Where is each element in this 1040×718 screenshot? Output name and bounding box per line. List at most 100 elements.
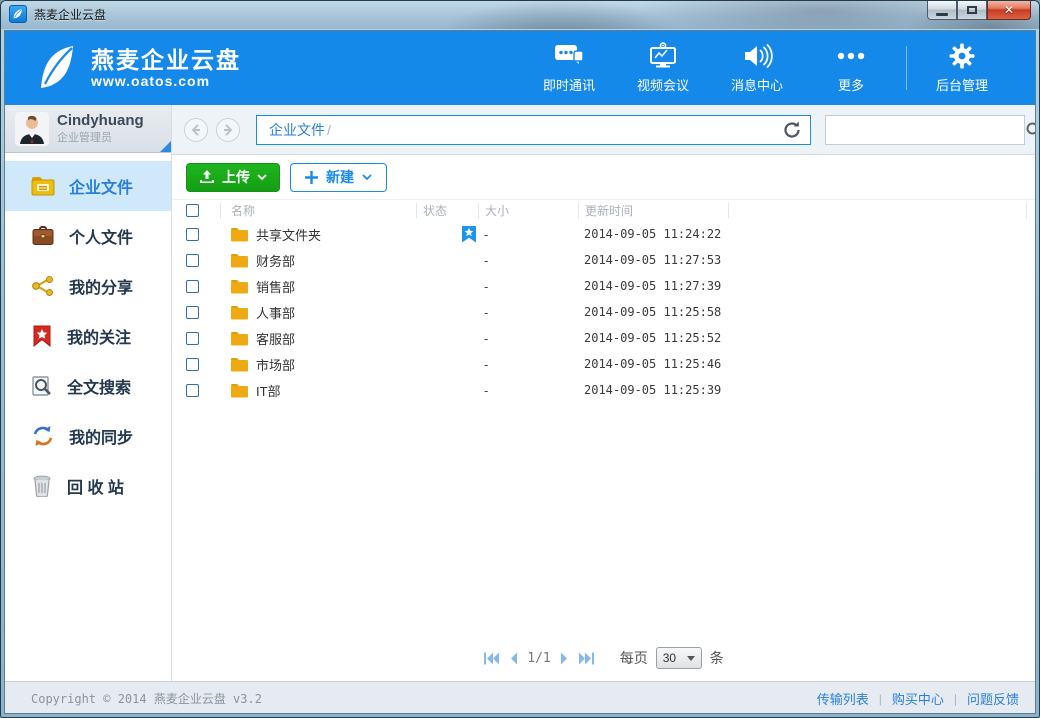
- caret-down-icon: [687, 656, 695, 661]
- nav-admin-console[interactable]: 后台管理: [915, 42, 1009, 94]
- per-page-select[interactable]: 30: [656, 647, 702, 669]
- row-checkbox[interactable]: [186, 306, 199, 319]
- refresh-icon[interactable]: [782, 120, 802, 140]
- search-input[interactable]: [826, 116, 1018, 144]
- more-dots-icon: [833, 42, 869, 70]
- column-status[interactable]: 状态: [416, 203, 478, 219]
- select-all-checkbox[interactable]: [186, 204, 199, 217]
- sidebar-item-personal-files[interactable]: 个人文件: [5, 211, 171, 261]
- table-row[interactable]: 人事部 - 2014-09-05 11:25:58: [172, 299, 1035, 325]
- last-page-icon[interactable]: [578, 652, 595, 665]
- sidebar-item-fulltext-search[interactable]: 全文搜索: [5, 361, 171, 411]
- column-filler: [728, 203, 1027, 219]
- row-checkbox[interactable]: [186, 228, 199, 241]
- pagination: 1/1 每页 30 条: [172, 647, 1035, 669]
- file-updated: 2014-09-05 11:24:22: [578, 227, 728, 241]
- brand-url: www.oatos.com: [91, 73, 241, 89]
- forward-button[interactable]: [216, 118, 240, 142]
- table-row[interactable]: IT部 - 2014-09-05 11:25:39: [172, 377, 1035, 403]
- column-updated[interactable]: 更新时间: [578, 203, 728, 219]
- search-icon[interactable]: [1018, 121, 1036, 139]
- row-checkbox[interactable]: [186, 280, 199, 293]
- sidebar-item-my-sync[interactable]: 我的同步: [5, 411, 171, 461]
- footer-separator: |: [954, 692, 957, 706]
- nav-instant-messaging[interactable]: 即时通讯: [522, 42, 616, 94]
- file-name[interactable]: 财务部: [256, 251, 295, 270]
- file-name[interactable]: IT部: [256, 381, 281, 400]
- folder-icon: [230, 279, 249, 294]
- table-row[interactable]: 客服部 - 2014-09-05 11:25:52: [172, 325, 1035, 351]
- file-name[interactable]: 销售部: [256, 277, 295, 296]
- file-size: -: [478, 253, 578, 268]
- breadcrumb-separator: /: [327, 122, 331, 138]
- new-button[interactable]: 新建: [290, 163, 387, 192]
- sidebar-item-enterprise-files[interactable]: 企业文件: [5, 161, 171, 211]
- toolbar: 上传 新建: [172, 155, 1035, 199]
- sidebar-item-label: 个人文件: [69, 224, 133, 248]
- corner-fold-icon: [160, 141, 171, 152]
- file-updated: 2014-09-05 11:25:58: [578, 305, 728, 319]
- row-checkbox[interactable]: [186, 358, 199, 371]
- app-header: 燕麦企业云盘 www.oatos.com 即时通讯 视频会议: [5, 31, 1035, 105]
- file-name[interactable]: 共享文件夹: [256, 225, 321, 244]
- column-size[interactable]: 大小: [478, 203, 578, 219]
- per-page-value: 30: [663, 651, 676, 665]
- row-checkbox[interactable]: [186, 332, 199, 345]
- minimize-button[interactable]: [927, 1, 957, 20]
- column-name[interactable]: 名称: [220, 203, 416, 219]
- nav-label: 即时通讯: [543, 75, 595, 94]
- sidebar-item-label: 回 收 站: [67, 474, 124, 498]
- copyright-text: Copyright © 2014 燕麦企业云盘 v3.2: [31, 690, 262, 707]
- table-row[interactable]: 市场部 - 2014-09-05 11:25:46: [172, 351, 1035, 377]
- footer-link-feedback[interactable]: 问题反馈: [967, 689, 1019, 708]
- maximize-button[interactable]: [957, 1, 987, 20]
- footer-separator: |: [879, 692, 882, 706]
- user-panel[interactable]: Cindyhuang 企业管理员: [5, 105, 171, 153]
- sidebar-item-recycle-bin[interactable]: 回 收 站: [5, 461, 171, 511]
- nav-label: 后台管理: [936, 75, 988, 94]
- brand: 燕麦企业云盘 www.oatos.com: [35, 44, 241, 92]
- breadcrumb[interactable]: 企业文件 /: [256, 115, 811, 145]
- nav-video-conference[interactable]: 视频会议: [616, 42, 710, 94]
- sidebar-item-my-shares[interactable]: 我的分享: [5, 261, 171, 311]
- footer-link-purchase-center[interactable]: 购买中心: [892, 689, 944, 708]
- file-size: -: [478, 227, 578, 242]
- per-page-unit: 条: [710, 648, 724, 668]
- file-name[interactable]: 市场部: [256, 355, 295, 374]
- chat-icon: [553, 42, 585, 70]
- file-list: 共享文件夹 - 2014-09-05 11:24:22 财务部 -: [172, 221, 1035, 403]
- share-icon: [31, 276, 55, 296]
- table-row[interactable]: 财务部 - 2014-09-05 11:27:53: [172, 247, 1035, 273]
- nav-message-center[interactable]: 消息中心: [710, 42, 804, 94]
- file-updated: 2014-09-05 11:27:39: [578, 279, 728, 293]
- close-button[interactable]: ✕: [987, 1, 1031, 20]
- file-updated: 2014-09-05 11:25:52: [578, 331, 728, 345]
- breadcrumb-path[interactable]: 企业文件: [269, 120, 325, 140]
- footer-link-transfer-list[interactable]: 传输列表: [817, 689, 869, 708]
- folder-icon: [230, 253, 249, 268]
- back-button[interactable]: [184, 118, 208, 142]
- row-checkbox[interactable]: [186, 384, 199, 397]
- folder-icon: [230, 331, 249, 346]
- app-window: 燕麦企业云盘 ✕ 燕麦企业云盘 www.oatos.com: [0, 0, 1040, 718]
- table-row[interactable]: 共享文件夹 - 2014-09-05 11:24:22: [172, 221, 1035, 247]
- table-row[interactable]: 销售部 - 2014-09-05 11:27:39: [172, 273, 1035, 299]
- nav-more[interactable]: 更多: [804, 42, 898, 94]
- next-page-icon[interactable]: [560, 652, 569, 665]
- video-conference-icon: [647, 42, 679, 70]
- prev-page-icon[interactable]: [509, 652, 518, 665]
- app-logo-icon: [9, 5, 27, 23]
- file-name[interactable]: 人事部: [256, 303, 295, 322]
- title-bar[interactable]: 燕麦企业云盘 ✕: [1, 1, 1039, 29]
- sidebar-item-my-favorites[interactable]: 我的关注: [5, 311, 171, 361]
- first-page-icon[interactable]: [483, 652, 500, 665]
- starred-badge-icon: [462, 226, 476, 243]
- file-name[interactable]: 客服部: [256, 329, 295, 348]
- row-checkbox[interactable]: [186, 254, 199, 267]
- upload-button[interactable]: 上传: [186, 163, 280, 192]
- folder-icon: [230, 305, 249, 320]
- page-indicator: 1/1: [527, 651, 550, 666]
- sidebar-item-label: 我的同步: [69, 424, 133, 448]
- sidebar-item-label: 企业文件: [69, 174, 133, 198]
- folder-yellow-icon: [31, 176, 55, 196]
